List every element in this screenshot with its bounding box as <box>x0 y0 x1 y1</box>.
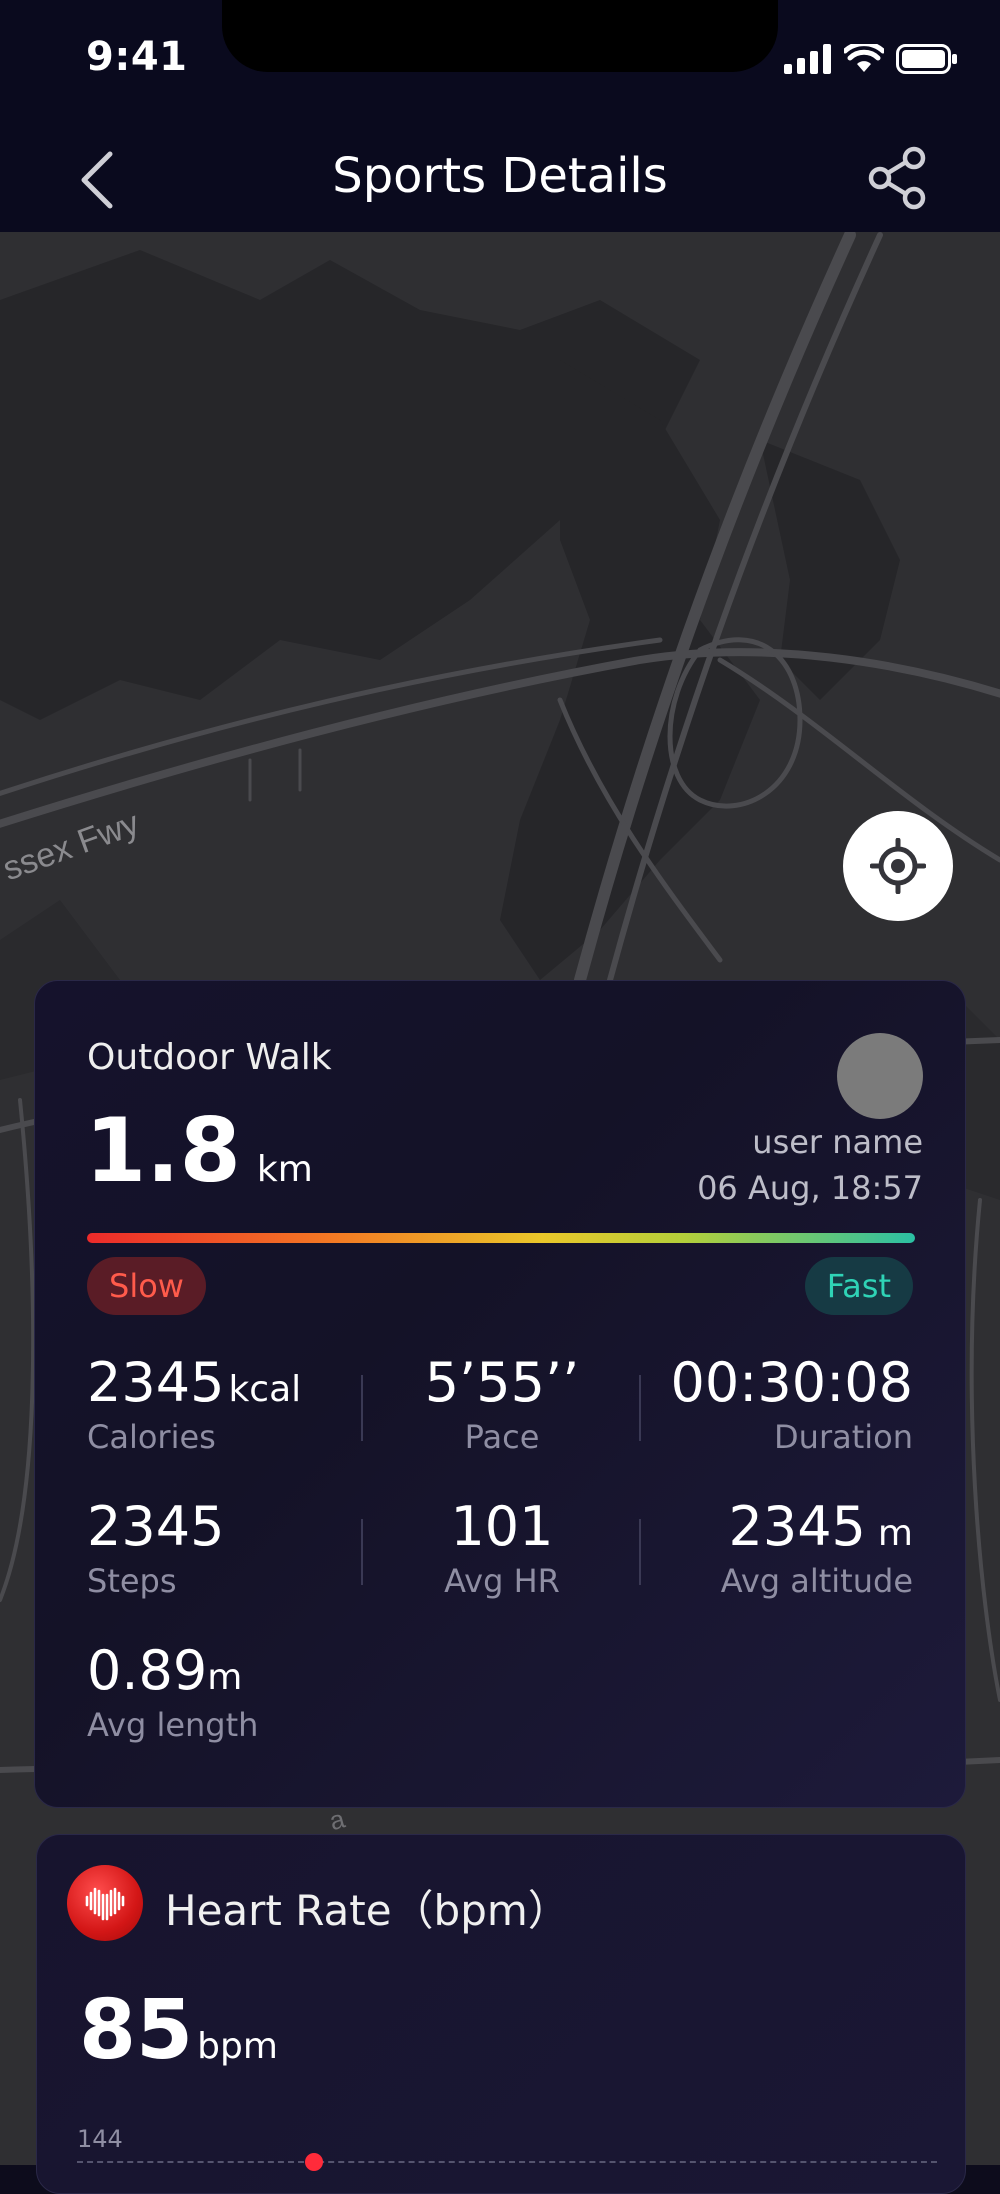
heart-rate-peak-marker <box>305 2153 323 2171</box>
duration-value: 00:30:08 <box>670 1351 913 1414</box>
pace-value: 5’55’’ <box>424 1351 580 1414</box>
stat-divider <box>639 1519 641 1585</box>
device-notch <box>222 0 778 72</box>
locate-me-button[interactable] <box>843 811 953 921</box>
stat-steps: 2345 Steps <box>87 1495 224 1600</box>
distance-value: 1.8 <box>85 1099 241 1202</box>
heart-rate-card[interactable]: Heart Rate（bpm） 85 bpm 144 <box>36 1834 966 2194</box>
cellular-signal-icon <box>784 44 831 74</box>
steps-value: 2345 <box>87 1495 225 1558</box>
avg-altitude-unit: m <box>877 1513 913 1554</box>
stat-avg-length: 0.89m Avg length <box>87 1639 258 1744</box>
fast-badge: Fast <box>804 1257 913 1315</box>
top-bar: 9:41 Sports Details <box>0 0 1000 232</box>
duration-label: Duration <box>774 1418 913 1456</box>
avg-altitude-label: Avg altitude <box>720 1562 913 1600</box>
avatar[interactable] <box>837 1033 923 1119</box>
slow-badge: Slow <box>87 1257 206 1315</box>
page-title: Sports Details <box>332 148 668 204</box>
heart-rate-icon <box>67 1865 143 1941</box>
wifi-icon <box>844 44 884 72</box>
avg-hr-value: 101 <box>450 1495 554 1558</box>
stat-duration: 00:30:08 Duration <box>670 1351 913 1456</box>
stat-avg-altitude: 2345 m Avg altitude <box>721 1495 913 1600</box>
stat-avg-hr: 101 Avg HR <box>347 1495 657 1600</box>
distance-unit: km <box>256 1149 313 1190</box>
calories-label: Calories <box>87 1418 216 1456</box>
workout-timestamp: 06 Aug, 18:57 <box>697 1169 923 1207</box>
avg-length-unit: m <box>207 1657 243 1698</box>
pace-label: Pace <box>464 1418 540 1456</box>
avg-altitude-value: 2345 <box>728 1495 866 1558</box>
crosshair-icon <box>870 838 926 894</box>
stat-pace: 5’55’’ Pace <box>347 1351 657 1456</box>
status-icons <box>784 44 958 74</box>
steps-label: Steps <box>87 1562 177 1600</box>
avg-hr-label: Avg HR <box>444 1562 560 1600</box>
workout-type: Outdoor Walk <box>87 1037 332 1078</box>
distance: 1.8 km <box>85 1099 313 1202</box>
status-time: 9:41 <box>86 34 188 80</box>
heart-rate-title: Heart Rate（bpm） <box>165 1886 570 1935</box>
avg-length-label: Avg length <box>87 1706 259 1744</box>
heart-rate-max-line <box>77 2161 937 2163</box>
heart-rate-unit: bpm <box>197 2026 278 2067</box>
heart-rate-axis-max: 144 <box>77 2125 123 2153</box>
stat-divider <box>639 1375 641 1441</box>
calories-unit: kcal <box>228 1369 302 1410</box>
pace-gradient-bar <box>87 1233 915 1243</box>
avg-length-value: 0.89 <box>87 1639 208 1702</box>
calories-value: 2345 <box>87 1351 225 1414</box>
stat-calories: 2345 kcal Calories <box>87 1351 301 1456</box>
battery-icon <box>896 44 957 74</box>
share-icon[interactable] <box>868 146 928 210</box>
heart-rate-number: 85 <box>79 1983 194 2078</box>
heart-rate-value: 85 bpm <box>79 1983 278 2078</box>
user-name: user name <box>752 1123 923 1161</box>
workout-summary-card: Outdoor Walk 1.8 km user name 06 Aug, 18… <box>34 980 966 1808</box>
